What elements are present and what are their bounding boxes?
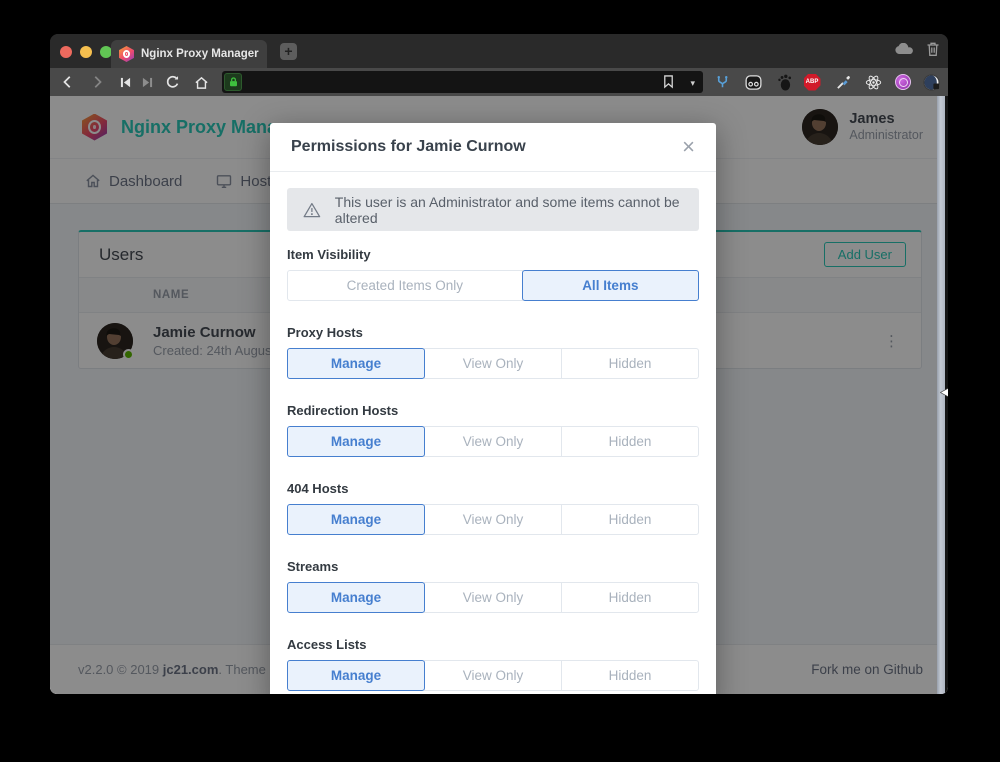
fast-forward-button[interactable] [137, 68, 157, 96]
mouse-cursor [940, 386, 948, 404]
access-lists-hidden[interactable]: Hidden [561, 660, 699, 691]
browser-toolbar: ▾ ABP [50, 68, 948, 96]
access-lists-manage[interactable]: Manage [287, 660, 425, 691]
warning-triangle-icon [303, 201, 321, 219]
redirection-hosts-label: Redirection Hosts [287, 403, 699, 418]
trash-icon[interactable] [926, 41, 940, 62]
redirection-hosts-group: Manage View Only Hidden [287, 426, 699, 457]
permissions-modal: Permissions for Jamie Curnow × This user… [270, 123, 716, 694]
home-button[interactable] [191, 68, 211, 96]
page-viewport: Nginx Proxy Manager James Administrator … [50, 96, 948, 694]
privacy-extension-icon[interactable] [922, 73, 940, 91]
redirection-hosts-hidden[interactable]: Hidden [561, 426, 699, 457]
bookmark-icon[interactable] [662, 74, 675, 94]
option-all-items[interactable]: All Items [522, 270, 699, 301]
container-extension-icon[interactable] [744, 73, 762, 91]
color-picker-extension-icon[interactable] [834, 73, 852, 91]
proxy-hosts-manage[interactable]: Manage [287, 348, 425, 379]
item-visibility-group: Created Items Only All Items [287, 270, 699, 301]
proxy-hosts-view-only[interactable]: View Only [424, 348, 562, 379]
streams-label: Streams [287, 559, 699, 574]
cloud-sync-icon[interactable] [894, 42, 914, 60]
access-lists-label: Access Lists [287, 637, 699, 652]
purple-app-extension-icon[interactable] [894, 73, 912, 91]
item-visibility-label: Item Visibility [287, 247, 699, 262]
minimize-window-button[interactable] [80, 46, 92, 58]
new-tab-button[interactable]: + [280, 43, 297, 60]
proxy-hosts-hidden[interactable]: Hidden [561, 348, 699, 379]
proxy-hosts-label: Proxy Hosts [287, 325, 699, 340]
devtools-atom-extension-icon[interactable] [864, 73, 882, 91]
rewind-button[interactable] [115, 68, 135, 96]
bookmark-caret-icon[interactable]: ▾ [690, 78, 695, 89]
gnome-foot-extension-icon[interactable] [775, 73, 793, 91]
redirection-hosts-manage[interactable]: Manage [287, 426, 425, 457]
browser-window: Nginx Proxy Manager + [50, 34, 948, 694]
favicon-nginx-proxy-manager [119, 46, 134, 62]
close-icon[interactable]: × [682, 137, 695, 157]
streams-group: Manage View Only Hidden [287, 582, 699, 613]
streams-view-only[interactable]: View Only [424, 582, 562, 613]
404-hosts-group: Manage View Only Hidden [287, 504, 699, 535]
access-lists-group: Manage View Only Hidden [287, 660, 699, 691]
close-window-button[interactable] [60, 46, 72, 58]
fork-extension-icon[interactable] [713, 73, 731, 91]
404-hosts-manage[interactable]: Manage [287, 504, 425, 535]
redirection-hosts-view-only[interactable]: View Only [424, 426, 562, 457]
option-created-items-only[interactable]: Created Items Only [287, 270, 523, 301]
browser-tab[interactable]: Nginx Proxy Manager [111, 40, 267, 68]
back-button[interactable] [58, 68, 78, 96]
404-hosts-hidden[interactable]: Hidden [561, 504, 699, 535]
access-lists-view-only[interactable]: View Only [424, 660, 562, 691]
admin-warning-text: This user is an Administrator and some i… [335, 194, 683, 226]
window-controls [60, 46, 112, 58]
streams-hidden[interactable]: Hidden [561, 582, 699, 613]
secure-lock-icon[interactable] [224, 73, 242, 91]
modal-title: Permissions for Jamie Curnow [291, 138, 526, 156]
browser-tab-bar: Nginx Proxy Manager + [50, 34, 948, 68]
adblock-plus-extension-icon[interactable]: ABP [803, 73, 821, 91]
address-bar[interactable]: ▾ [222, 71, 703, 93]
admin-warning-alert: This user is an Administrator and some i… [287, 188, 699, 231]
404-hosts-view-only[interactable]: View Only [424, 504, 562, 535]
forward-button[interactable] [87, 68, 107, 96]
proxy-hosts-group: Manage View Only Hidden [287, 348, 699, 379]
404-hosts-label: 404 Hosts [287, 481, 699, 496]
tab-title: Nginx Proxy Manager [141, 48, 259, 60]
reload-button[interactable] [162, 68, 182, 96]
streams-manage[interactable]: Manage [287, 582, 425, 613]
